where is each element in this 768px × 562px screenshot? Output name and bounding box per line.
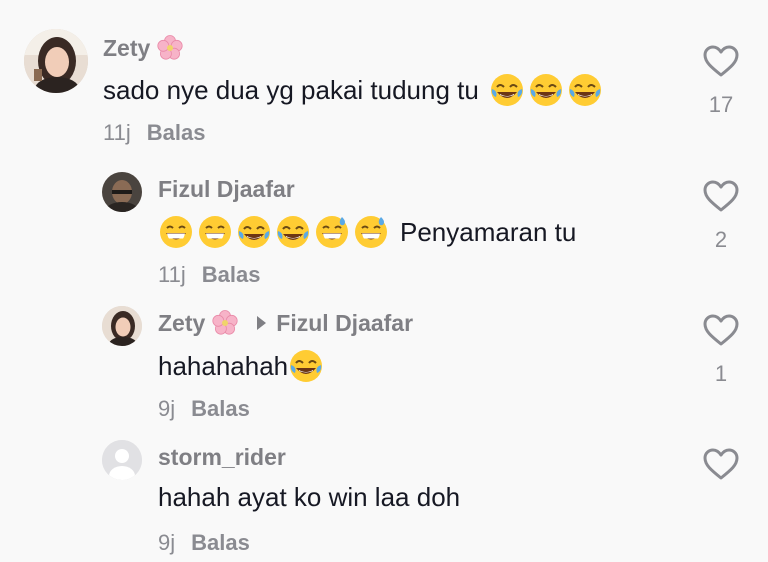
author-name[interactable]: Zety	[103, 35, 150, 62]
avatar[interactable]	[102, 440, 142, 480]
reply-button[interactable]: Balas	[191, 530, 250, 555]
tears-of-joy-emoji-icon	[275, 214, 311, 250]
heart-icon[interactable]	[702, 44, 740, 78]
tears-of-joy-emoji-icon	[528, 72, 564, 108]
avatar[interactable]	[24, 29, 88, 93]
comment-text: Penyamaran tu	[158, 214, 576, 250]
sweat-smile-emoji-icon	[314, 214, 350, 250]
heart-icon[interactable]	[702, 447, 740, 481]
tears-of-joy-emoji-icon	[489, 72, 525, 108]
comment-text: hahahahah	[158, 348, 327, 384]
grinning-emoji-icon	[158, 214, 194, 250]
like-count: 17	[708, 92, 734, 117]
avatar[interactable]	[102, 172, 142, 212]
author-name[interactable]: storm_rider	[158, 444, 286, 471]
comment-author[interactable]: Zety	[103, 34, 184, 62]
comment-time: 11j	[158, 262, 186, 287]
reply-button[interactable]: Balas	[147, 120, 206, 145]
like-button[interactable]: 1	[696, 313, 746, 387]
grinning-emoji-icon	[197, 214, 233, 250]
reply-to-name[interactable]: Fizul Djaafar	[276, 310, 413, 337]
like-button[interactable]	[696, 447, 746, 495]
like-button[interactable]: 2	[696, 179, 746, 253]
comment-meta: 11j Balas	[103, 120, 205, 146]
heart-icon[interactable]	[702, 179, 740, 213]
cherry-blossom-icon	[211, 309, 239, 337]
comment-body: sado nye dua yg pakai tudung tu	[103, 74, 479, 105]
comment-body: hahahahah	[158, 350, 289, 381]
comment-meta: 11j Balas	[158, 262, 260, 288]
comment-time: 11j	[103, 120, 131, 145]
sweat-smile-emoji-icon	[353, 214, 389, 250]
comment-time: 9j	[158, 530, 176, 555]
like-count: 1	[714, 361, 728, 386]
reply-button[interactable]: Balas	[191, 396, 250, 421]
author-name[interactable]: Zety	[158, 310, 205, 337]
comment-author[interactable]: Fizul Djaafar	[158, 176, 295, 203]
avatar[interactable]	[102, 306, 142, 346]
reply-button[interactable]: Balas	[202, 262, 261, 287]
comment-thread: Zety sado nye dua yg pakai tudung tu 11j…	[0, 0, 768, 562]
tears-of-joy-emoji-icon	[567, 72, 603, 108]
comment-meta: 9j Balas	[158, 530, 250, 556]
tears-of-joy-emoji-icon	[236, 214, 272, 250]
comment-text: hahah ayat ko win laa doh	[158, 482, 460, 513]
comment-time: 9j	[158, 396, 176, 421]
author-name[interactable]: Fizul Djaafar	[158, 176, 295, 203]
comment-meta: 9j Balas	[158, 396, 250, 422]
cherry-blossom-icon	[156, 34, 184, 62]
reply-arrow-icon	[257, 316, 267, 330]
heart-icon[interactable]	[702, 313, 740, 347]
comment-body: Penyamaran tu	[400, 216, 577, 247]
comment-body: hahah ayat ko win laa doh	[158, 482, 461, 512]
comment-text: sado nye dua yg pakai tudung tu	[103, 72, 606, 108]
comment-author[interactable]: Zety Fizul Djaafar	[158, 309, 413, 337]
comment-author[interactable]: storm_rider	[158, 444, 286, 471]
tears-of-joy-emoji-icon	[288, 348, 324, 384]
like-button[interactable]: 17	[696, 44, 746, 118]
like-count: 2	[714, 227, 728, 252]
